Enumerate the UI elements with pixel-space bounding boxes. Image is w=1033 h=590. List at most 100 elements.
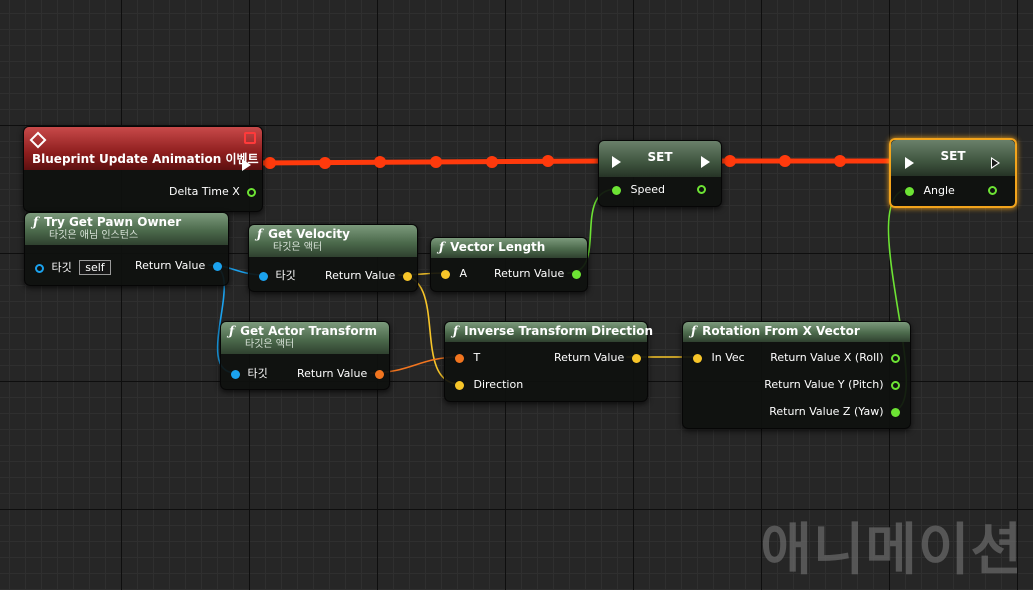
velocity-target-label: 타깃: [275, 269, 296, 282]
rot-from-x-out-z-pin[interactable]: [891, 407, 900, 417]
inverse-dir-title: Inverse Transform Direction: [464, 324, 654, 338]
vector-length-return-row: Return Value: [494, 267, 581, 281]
node-try-get-pawn-owner[interactable]: ƒ Try Get Pawn Owner 타깃은 애님 인스턴스 타깃 self …: [24, 212, 229, 286]
wire-layer: [208, 155, 911, 412]
exec-flow-bead: [486, 156, 498, 168]
set-speed-exec-in-pin[interactable]: [612, 156, 621, 168]
inverse-dir-return-row: Return Value: [554, 351, 641, 365]
pawn-owner-return-row: Return Value: [135, 259, 222, 273]
rot-from-x-out-x-label: Return Value X (Roll): [770, 351, 884, 364]
vector-length-title: Vector Length: [450, 240, 546, 254]
vector-length-return-label: Return Value: [494, 267, 565, 280]
velocity-return-label: Return Value: [325, 269, 396, 282]
velocity-return-pin[interactable]: [402, 271, 412, 281]
pawn-owner-return-label: Return Value: [135, 259, 206, 272]
actor-transform-header[interactable]: ƒ Get Actor Transform 타깃은 액터: [221, 322, 389, 354]
watermark-text: 애니메이션: [760, 518, 1023, 583]
pawn-owner-target-row: 타깃 self: [35, 260, 111, 275]
set-angle-in-pin[interactable]: [905, 186, 914, 196]
node-get-actor-transform[interactable]: ƒ Get Actor Transform 타깃은 액터 타깃 Return Va…: [220, 321, 390, 390]
rot-from-x-out-z-label: Return Value Z (Yaw): [769, 405, 884, 418]
pawn-owner-target-pin[interactable]: [35, 263, 44, 273]
pawn-owner-header[interactable]: ƒ Try Get Pawn Owner 타깃은 애님 인스턴스: [25, 213, 228, 245]
pawn-owner-title: Try Get Pawn Owner: [44, 215, 182, 229]
actor-transform-subtitle: 타깃은 액터: [245, 339, 295, 350]
event-node-update-animation[interactable]: Blueprint Update Animation 이벤트 Delta Tim…: [23, 126, 263, 212]
event-delta-time-row: Delta Time X: [169, 185, 257, 199]
set-speed-exec-out-pin[interactable]: [701, 156, 710, 168]
exec-flow-bead: [430, 156, 442, 168]
rot-from-x-out-y-pin[interactable]: [891, 380, 900, 390]
event-diamond-icon: [29, 131, 47, 148]
actor-transform-target-row: 타깃: [231, 367, 268, 381]
inverse-dir-direction-label: Direction: [473, 378, 524, 391]
set-speed-in-pin[interactable]: [612, 185, 621, 195]
pawn-owner-target-label: 타깃: [51, 261, 72, 274]
inverse-dir-direction-pin[interactable]: [455, 380, 464, 390]
velocity-target-row: 타깃: [259, 269, 296, 283]
exec-flow-bead: [319, 157, 331, 169]
exec-flow-bead: [374, 156, 386, 168]
vector-length-a-pin[interactable]: [441, 269, 450, 279]
pawn-owner-return-pin[interactable]: [212, 261, 222, 271]
inverse-dir-t-pin[interactable]: [455, 353, 464, 363]
set-angle-out-pin[interactable]: [988, 186, 997, 195]
function-icon: ƒ: [691, 324, 697, 338]
set-angle-header[interactable]: SET: [891, 140, 1015, 176]
set-angle-exec-out-pin[interactable]: [991, 157, 1000, 169]
inverse-dir-t-label: T: [473, 351, 481, 364]
vector-length-return-pin[interactable]: [571, 269, 581, 279]
actor-transform-target-pin[interactable]: [231, 369, 240, 379]
event-exec-out-pin[interactable]: [242, 159, 251, 171]
node-set-speed[interactable]: SET Speed: [598, 140, 722, 207]
node-inverse-transform-direction[interactable]: ƒ Inverse Transform Direction T Direction…: [444, 321, 653, 402]
exec-wire-event-to-set-speed: [249, 158, 611, 166]
delta-time-pin[interactable]: [247, 187, 257, 197]
set-speed-header[interactable]: SET: [599, 141, 721, 177]
rot-from-x-invec-label: In Vec: [711, 351, 745, 364]
set-speed-out-pin[interactable]: [697, 185, 706, 194]
rot-from-x-header[interactable]: ƒ Rotation From X Vector: [683, 322, 910, 342]
exec-flow-bead: [724, 155, 736, 167]
actor-transform-return-label: Return Value: [297, 367, 368, 380]
event-delegate-icon[interactable]: [244, 132, 256, 144]
vector-length-in-row: A: [441, 267, 467, 281]
set-angle-exec-in-pin[interactable]: [905, 157, 914, 169]
function-icon: ƒ: [33, 215, 39, 229]
node-set-angle[interactable]: SET Angle: [889, 138, 1017, 208]
inverse-dir-header[interactable]: ƒ Inverse Transform Direction: [445, 322, 653, 342]
velocity-target-pin[interactable]: [259, 271, 268, 281]
pawn-owner-subtitle: 타깃은 애님 인스턴스: [49, 230, 139, 241]
vector-length-header[interactable]: ƒ Vector Length: [431, 238, 587, 258]
node-rotation-from-x-vector[interactable]: ƒ Rotation From X Vector In Vec Return Va…: [682, 321, 911, 429]
event-node-header[interactable]: Blueprint Update Animation 이벤트: [24, 127, 262, 170]
rot-from-x-out-y-row: Return Value Y (Pitch): [764, 378, 900, 392]
node-get-velocity[interactable]: ƒ Get Velocity 타깃은 액터 타깃 Return Value: [248, 224, 418, 292]
set-angle-title: SET: [940, 149, 966, 163]
inverse-dir-return-pin[interactable]: [631, 353, 641, 363]
actor-transform-target-label: 타깃: [247, 367, 268, 380]
event-node-title: Blueprint Update Animation 이벤트: [32, 152, 259, 166]
inverse-dir-return-label: Return Value: [554, 351, 625, 364]
inverse-dir-t-row: T: [455, 351, 480, 365]
function-icon: ƒ: [257, 227, 263, 241]
set-speed-row: Speed: [612, 183, 665, 197]
exec-flow-bead: [834, 155, 846, 167]
function-icon: ƒ: [229, 324, 235, 338]
set-speed-label: Speed: [630, 183, 665, 196]
velocity-header[interactable]: ƒ Get Velocity 타깃은 액터: [249, 225, 417, 257]
set-angle-row: Angle: [905, 184, 955, 198]
function-icon: ƒ: [439, 240, 445, 254]
exec-flow-bead: [779, 155, 791, 167]
actor-transform-return-pin[interactable]: [374, 369, 384, 379]
rot-from-x-out-y-label: Return Value Y (Pitch): [764, 378, 884, 391]
rot-from-x-out-x-pin[interactable]: [891, 353, 900, 363]
pawn-owner-self-field[interactable]: self: [79, 260, 111, 275]
set-angle-label: Angle: [923, 184, 955, 197]
rot-from-x-title: Rotation From X Vector: [702, 324, 860, 338]
rot-from-x-invec-pin[interactable]: [693, 353, 702, 363]
node-vector-length[interactable]: ƒ Vector Length A Return Value: [430, 237, 588, 292]
set-speed-title: SET: [647, 150, 673, 164]
actor-transform-title: Get Actor Transform: [240, 324, 378, 338]
velocity-return-row: Return Value: [325, 269, 412, 283]
